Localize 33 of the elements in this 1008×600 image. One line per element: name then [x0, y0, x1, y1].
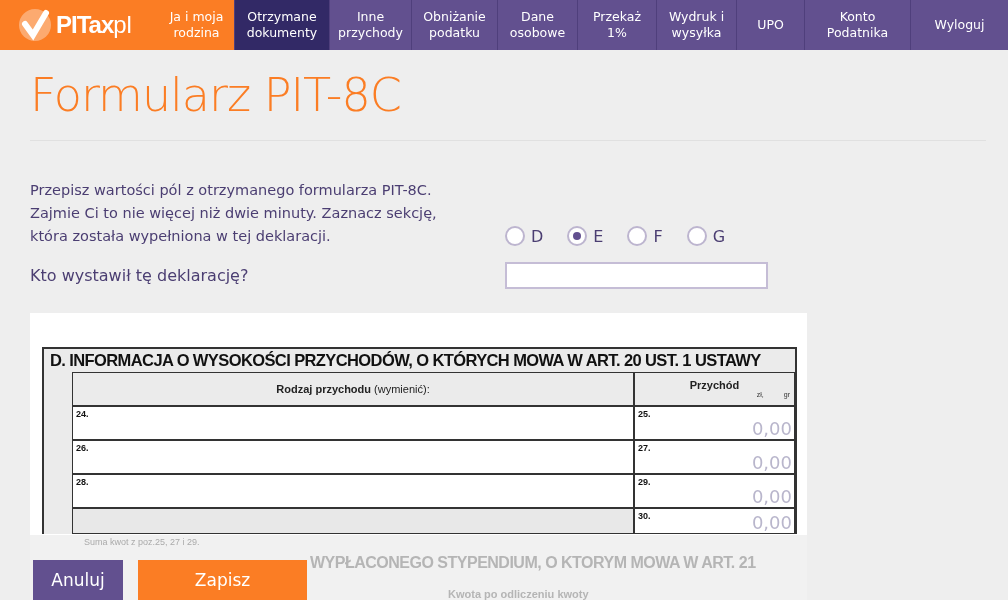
sum-note: Suma kwot z poz.25, 27 i 29. [84, 537, 200, 547]
nav-tab[interactable]: Otrzymane dokumenty [234, 0, 329, 50]
logo-text: PITax [56, 11, 114, 39]
section-heading: WYPŁACONEGO STYPENDIUM, O KTORYM MOWA W ART. 21 [310, 554, 756, 572]
field-number: 27. [638, 443, 651, 453]
checkmark-logo-icon [18, 8, 52, 42]
issuer-label: Kto wystawił tę deklarację? [30, 266, 250, 287]
type-field[interactable]: 24. [72, 406, 634, 440]
type-field[interactable]: 26. [72, 440, 634, 474]
amount-field[interactable]: 25. 0,00 [634, 406, 795, 440]
field-number: 25. [638, 409, 651, 419]
column-header: Rodzaj przychodu (wymienić): [72, 372, 634, 406]
amount-field[interactable]: 30. 0,00 [634, 508, 795, 534]
field-number: 28. [76, 477, 89, 487]
section-heading: D. INFORMACJA O WYSOKOŚCI PRZYCHODÓW, O KTÓRYCH MOWA W ART. 20 UST. 1 USTAWY [49, 350, 762, 371]
field-number: 30. [638, 511, 651, 521]
amount-input[interactable]: 0,00 [690, 511, 794, 533]
issuer-input-field[interactable] [505, 262, 768, 289]
amount-input[interactable]: 0,00 [690, 451, 794, 473]
amount-field[interactable]: 29. 0,00 [634, 474, 795, 508]
page-title: Formularz PIT-8C [30, 50, 986, 141]
field-number: 26. [76, 443, 89, 453]
type-field[interactable]: 28. [72, 474, 634, 508]
amount-field[interactable]: 27. 0,00 [634, 440, 795, 474]
logo-domain: pl [113, 11, 132, 39]
column-header: Kwota po odliczeniu kwoty [448, 588, 589, 600]
column-title: Przychód [689, 379, 740, 391]
field-number: 24. [76, 409, 89, 419]
amount-input[interactable]: 0,00 [690, 417, 794, 439]
field-number: 29. [638, 477, 651, 487]
instructions-text: Przepisz wartości pól z otrzymanego formularza PIT-8C. Zajmie Ci to nie więcej niż dwie minuty. Zaznacz sekcję, która została wypełniona w tej deklaracji. [30, 181, 438, 246]
amount-input[interactable]: 0,00 [690, 485, 794, 507]
cancel-button[interactable]: Anuluj [33, 560, 123, 600]
